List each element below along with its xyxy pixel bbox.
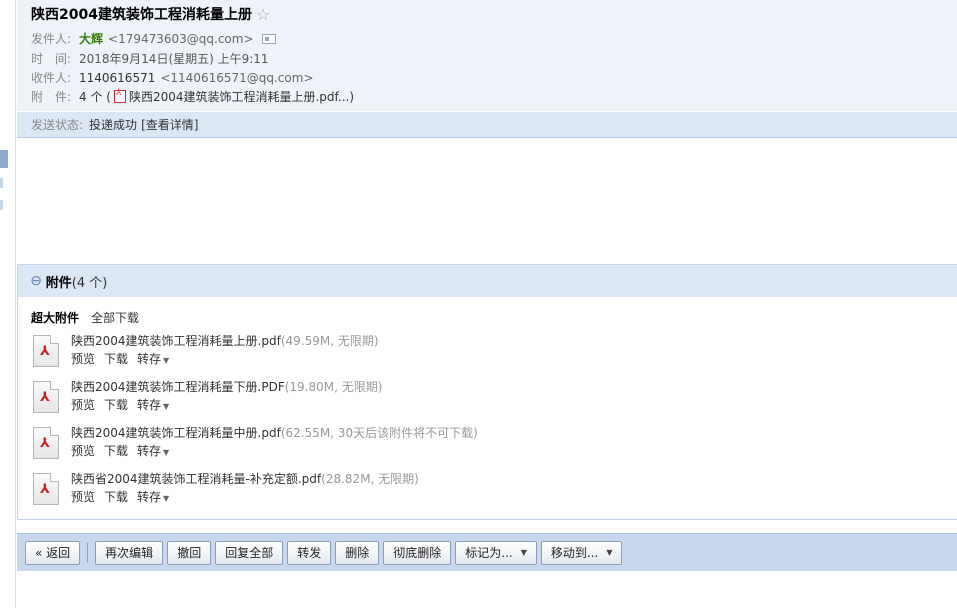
- attachment-filename[interactable]: 陕西2004建筑装饰工程消耗量上册.pdf: [71, 334, 281, 348]
- pdf-file-icon: ⅄: [33, 473, 59, 505]
- status-details-link[interactable]: [查看详情]: [141, 116, 198, 133]
- recipient-row: 收件人: 1140616571 <1140616571@qq.com>: [31, 69, 314, 86]
- save-to-dropdown[interactable]: 转存 ▼: [137, 350, 169, 367]
- attachment-row: 附 件: 4 个 ( 陕西2004建筑装饰工程消耗量上册.pdf...): [31, 88, 354, 105]
- pdf-file-icon: ⅄: [33, 335, 59, 367]
- time-value: 2018年9月14日(星期五) 上午9:11: [79, 52, 269, 66]
- delete-permanently-button[interactable]: 彻底删除: [383, 540, 452, 565]
- recipient-email: <1140616571@qq.com>: [160, 70, 314, 85]
- recipient-label: 收件人:: [31, 71, 72, 85]
- paperclip-icon: ⊘: [26, 271, 46, 291]
- sidebar-marker: [0, 178, 3, 188]
- save-to-dropdown[interactable]: 转存 ▼: [137, 488, 169, 505]
- preview-link[interactable]: 预览: [71, 396, 95, 413]
- email-subject: 陕西2004建筑装饰工程消耗量上册 ☆: [31, 4, 270, 24]
- attachment-filename[interactable]: 陕西2004建筑装饰工程消耗量中册.pdf: [71, 426, 281, 440]
- preview-link[interactable]: 预览: [71, 442, 95, 459]
- contact-card-icon[interactable]: [261, 33, 276, 44]
- attachment-name-line: 陕西2004建筑装饰工程消耗量下册.PDF(19.80M, 无限期): [71, 378, 382, 395]
- attachments-header: ⊘ 附件 (4 个): [18, 265, 957, 297]
- attachment-filename[interactable]: 陕西省2004建筑装饰工程消耗量-补充定额.pdf: [71, 472, 321, 486]
- move-to-label: 移动到...: [550, 546, 599, 560]
- chevron-down-icon: ▼: [163, 402, 170, 411]
- sender-label: 发件人:: [31, 32, 72, 46]
- left-sidebar-edge: [0, 0, 16, 608]
- attachment-actions: 预览 下载 转存 ▼: [71, 350, 169, 367]
- save-to-dropdown[interactable]: 转存 ▼: [137, 442, 169, 459]
- attachments-title: 附件: [45, 275, 72, 291]
- sidebar-marker: [0, 200, 3, 210]
- pdf-file-icon: ⅄: [33, 381, 59, 413]
- forward-button[interactable]: 转发: [287, 540, 332, 565]
- attachment-summary-link[interactable]: 陕西2004建筑装饰工程消耗量上册.pdf...): [129, 88, 354, 105]
- delete-button[interactable]: 删除: [335, 540, 380, 565]
- save-to-dropdown[interactable]: 转存 ▼: [137, 396, 169, 413]
- sidebar-marker: [0, 150, 8, 168]
- preview-link[interactable]: 预览: [71, 350, 95, 367]
- toolbar-divider: [87, 542, 89, 563]
- attachments-panel: ⊘ 附件 (4 个) 超大附件 全部下载 ⅄ 陕西2004建筑装饰工程消耗量上册…: [17, 264, 957, 520]
- download-link[interactable]: 下载: [104, 396, 128, 413]
- download-link[interactable]: 下载: [104, 350, 128, 367]
- sender-name[interactable]: 大辉: [79, 30, 103, 47]
- attachments-subheader: 超大附件 全部下载: [31, 309, 139, 326]
- sender-email: <179473603@qq.com>: [108, 31, 254, 46]
- attachment-actions: 预览 下载 转存 ▼: [71, 442, 169, 459]
- attachment-label: 附 件:: [31, 90, 72, 104]
- chevron-down-icon: ▼: [163, 448, 170, 457]
- email-header: 陕西2004建筑装饰工程消耗量上册 ☆ 发件人: 大辉 <179473603@q…: [17, 0, 957, 111]
- mark-as-dropdown[interactable]: 标记为... ▼: [455, 540, 537, 565]
- attachment-meta: (49.59M, 无限期): [280, 334, 379, 348]
- recall-button[interactable]: 撤回: [167, 540, 212, 565]
- edit-again-button[interactable]: 再次编辑: [95, 540, 164, 565]
- download-link[interactable]: 下载: [104, 488, 128, 505]
- mark-as-label: 标记为...: [465, 546, 513, 560]
- pdf-file-icon: ⅄: [33, 427, 59, 459]
- attachment-name-line: 陕西2004建筑装饰工程消耗量上册.pdf(49.59M, 无限期): [71, 332, 379, 349]
- attachment-item: ⅄ 陕西省2004建筑装饰工程消耗量-补充定额.pdf(28.82M, 无限期)…: [31, 470, 931, 510]
- status-value: 投递成功: [89, 118, 138, 132]
- time-row: 时 间: 2018年9月14日(星期五) 上午9:11: [31, 50, 269, 67]
- attachment-meta: (62.55M, 30天后该附件将不可下载): [280, 426, 478, 440]
- large-attachments-label: 超大附件: [31, 311, 80, 325]
- download-link[interactable]: 下载: [104, 442, 128, 459]
- chevron-down-icon: ▼: [163, 494, 170, 503]
- time-label: 时 间:: [31, 52, 72, 66]
- chevron-down-icon: ▼: [520, 548, 527, 557]
- delivery-status-bar: 发送状态: 投递成功 [查看详情]: [17, 112, 957, 138]
- attachments-count: (4 个): [71, 275, 108, 291]
- reply-all-button[interactable]: 回复全部: [215, 540, 284, 565]
- attachment-item: ⅄ 陕西2004建筑装饰工程消耗量下册.PDF(19.80M, 无限期) 预览 …: [31, 378, 931, 418]
- move-to-dropdown[interactable]: 移动到... ▼: [540, 540, 623, 565]
- attachment-item: ⅄ 陕西2004建筑装饰工程消耗量上册.pdf(49.59M, 无限期) 预览 …: [31, 332, 931, 372]
- save-to-label: 转存: [137, 398, 162, 412]
- attachment-meta: (28.82M, 无限期): [321, 472, 419, 486]
- chevron-down-icon: ▼: [163, 356, 170, 365]
- subject-text: 陕西2004建筑装饰工程消耗量上册: [31, 7, 252, 23]
- attachment-filename[interactable]: 陕西2004建筑装饰工程消耗量下册.PDF: [71, 380, 285, 394]
- attachment-actions: 预览 下载 转存 ▼: [71, 488, 169, 505]
- attachment-name-line: 陕西省2004建筑装饰工程消耗量-补充定额.pdf(28.82M, 无限期): [71, 470, 419, 487]
- attachment-item: ⅄ 陕西2004建筑装饰工程消耗量中册.pdf(62.55M, 30天后该附件将…: [31, 424, 931, 464]
- attachment-actions: 预览 下载 转存 ▼: [71, 396, 169, 413]
- attachment-count: 4 个 (: [79, 90, 111, 104]
- star-icon[interactable]: ☆: [256, 5, 270, 24]
- save-to-label: 转存: [137, 490, 162, 504]
- save-to-label: 转存: [137, 444, 162, 458]
- bottom-toolbar: « 返回 再次编辑 撤回 回复全部 转发 删除 彻底删除 标记为... ▼ 移动到…: [17, 533, 957, 571]
- sender-row: 发件人: 大辉 <179473603@qq.com>: [31, 30, 276, 47]
- back-button[interactable]: « 返回: [25, 540, 81, 565]
- status-label: 发送状态:: [31, 118, 84, 132]
- attachment-name-line: 陕西2004建筑装饰工程消耗量中册.pdf(62.55M, 30天后该附件将不可…: [71, 424, 478, 441]
- attachment-meta: (19.80M, 无限期): [284, 380, 383, 394]
- recipient-name[interactable]: 1140616571: [79, 71, 155, 85]
- chevron-down-icon: ▼: [606, 548, 613, 557]
- preview-link[interactable]: 预览: [71, 488, 95, 505]
- save-to-label: 转存: [137, 352, 162, 366]
- pdf-icon: [113, 88, 126, 103]
- download-all-link[interactable]: 全部下载: [91, 309, 139, 326]
